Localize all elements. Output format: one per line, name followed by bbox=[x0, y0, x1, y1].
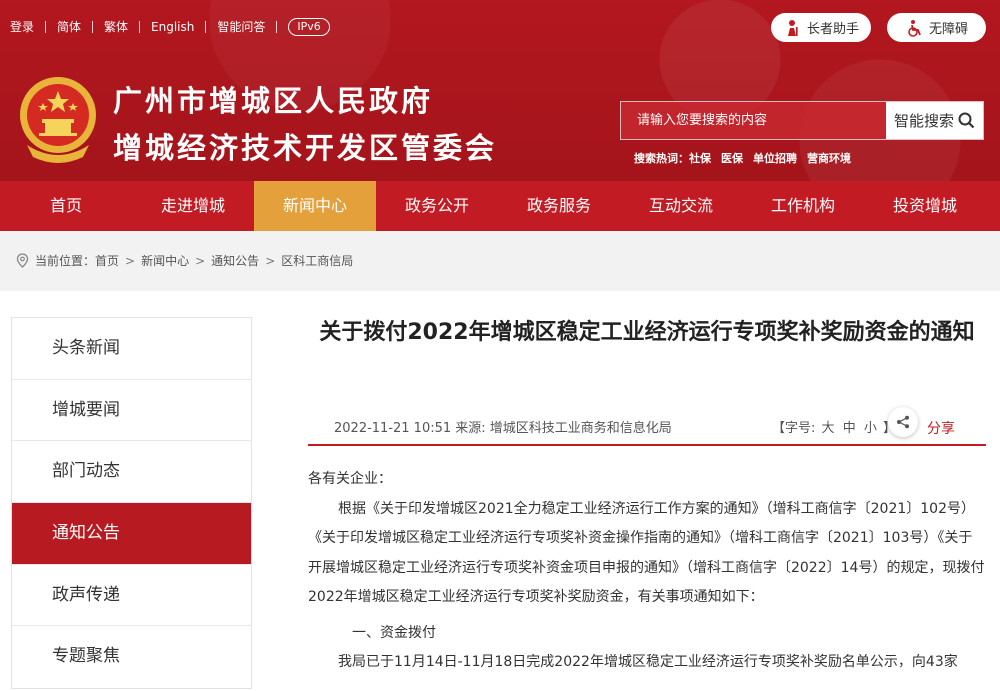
accessibility-button[interactable]: 无障碍 bbox=[887, 13, 986, 42]
breadcrumb-bar: 当前位置： 首页 > 新闻中心 > 通知公告 > 区科工商信局 bbox=[0, 231, 1000, 291]
breadcrumb-notices[interactable]: 通知公告 bbox=[211, 252, 259, 269]
breadcrumb-separator: > bbox=[265, 253, 276, 268]
search-box: 智能搜索 bbox=[620, 101, 984, 140]
smart-search-button[interactable]: 智能搜索 bbox=[886, 102, 983, 139]
divider bbox=[45, 21, 47, 33]
article-source: 来源: 增城区科技工业商务和信息化局 bbox=[455, 421, 672, 436]
national-emblem-icon bbox=[20, 77, 96, 163]
english-link[interactable]: English bbox=[151, 17, 194, 37]
sidebar-item-gov-voice[interactable]: 政声传递 bbox=[12, 565, 251, 627]
site-title-line2: 增城经济技术开发区管委会 bbox=[113, 131, 498, 165]
nav-institutions[interactable]: 工作机构 bbox=[742, 181, 864, 231]
elder-assistant-button[interactable]: 长者助手 bbox=[771, 13, 871, 42]
breadcrumb-home[interactable]: 首页 bbox=[95, 252, 119, 269]
breadcrumb-news-center[interactable]: 新闻中心 bbox=[141, 252, 189, 269]
breadcrumb: 当前位置： 首页 > 新闻中心 > 通知公告 > 区科工商信局 bbox=[16, 252, 353, 269]
hot-word-medical-insurance[interactable]: 医保 bbox=[721, 150, 743, 166]
breadcrumb-separator: > bbox=[195, 253, 206, 268]
font-size-small[interactable]: 小 bbox=[864, 421, 877, 436]
share-icon[interactable] bbox=[888, 407, 918, 437]
nav-gov-services[interactable]: 政务服务 bbox=[498, 181, 620, 231]
article-meta: 2022-11-21 10:51 来源: 增城区科技工业商务和信息化局 【字号:… bbox=[308, 407, 986, 446]
share-button[interactable]: 分享 bbox=[927, 418, 955, 438]
site-header: 登录 简体 繁体 English 智能问答 IPv6 长者助手 无障碍 广州市增… bbox=[0, 0, 1000, 181]
simplified-link[interactable]: 简体 bbox=[57, 17, 81, 37]
top-links-bar: 登录 简体 繁体 English 智能问答 IPv6 bbox=[10, 17, 330, 37]
article-body: 各有关企业： 根据《关于印发增城区2021全力稳定工业经济运行工作方案的通知》（… bbox=[308, 465, 986, 678]
breadcrumb-bureau[interactable]: 区科工商信局 bbox=[281, 252, 353, 269]
article-date: 2022-11-21 10:51 bbox=[334, 421, 452, 436]
hot-words-label: 搜索热词： bbox=[634, 152, 689, 165]
location-pin-icon bbox=[16, 253, 29, 268]
sidebar-item-notices[interactable]: 通知公告 bbox=[12, 503, 251, 565]
nav-news-center[interactable]: 新闻中心 bbox=[254, 181, 376, 231]
nav-home[interactable]: 首页 bbox=[0, 181, 132, 231]
traditional-link[interactable]: 繁体 bbox=[104, 17, 128, 37]
nav-interaction[interactable]: 互动交流 bbox=[620, 181, 742, 231]
wheelchair-icon bbox=[908, 19, 921, 37]
hot-word-social-security[interactable]: 社保 bbox=[689, 150, 711, 166]
elder-assistant-label: 长者助手 bbox=[806, 22, 859, 37]
site-title-line1: 广州市增城区人民政府 bbox=[113, 84, 434, 118]
smart-qa-link[interactable]: 智能问答 bbox=[217, 17, 265, 37]
divider bbox=[92, 21, 94, 33]
login-link[interactable]: 登录 bbox=[10, 17, 34, 37]
divider bbox=[276, 21, 278, 33]
sidebar-menu: 头条新闻 增城要闻 部门动态 通知公告 政声传递 专题聚焦 bbox=[11, 317, 252, 690]
font-size-selector: 【字号: 大 中 小 】 bbox=[772, 417, 896, 436]
hot-word-business-environment[interactable]: 营商环境 bbox=[807, 150, 851, 166]
sidebar-item-department-news[interactable]: 部门动态 bbox=[12, 441, 251, 504]
hot-word-recruitment[interactable]: 单位招聘 bbox=[753, 150, 797, 166]
sidebar-item-headlines[interactable]: 头条新闻 bbox=[12, 318, 251, 380]
main-nav: 首页 走进增城 新闻中心 政务公开 政务服务 互动交流 工作机构 投资增城 bbox=[0, 181, 1000, 231]
font-size-label: 【字号: bbox=[772, 421, 816, 436]
accessibility-label: 无障碍 bbox=[928, 22, 968, 37]
elder-icon bbox=[787, 19, 798, 36]
nav-about-zengcheng[interactable]: 走进增城 bbox=[132, 181, 254, 231]
nav-gov-affairs-disclosure[interactable]: 政务公开 bbox=[376, 181, 498, 231]
sidebar-item-topics[interactable]: 专题聚焦 bbox=[12, 626, 251, 688]
divider bbox=[139, 21, 141, 33]
article: 关于拨付2022年增城区稳定工业经济运行专项奖补奖励资金的通知 2022-11-… bbox=[308, 317, 986, 670]
article-paragraph: 我局已于11月14日-11月18日完成2022年增城区稳定工业经济运行专项奖补奖… bbox=[338, 654, 958, 670]
article-date-source: 2022-11-21 10:51 来源: 增城区科技工业商务和信息化局 bbox=[334, 417, 672, 436]
hot-words: 搜索热词： 社保 医保 单位招聘 营商环境 bbox=[634, 150, 861, 166]
breadcrumb-label: 当前位置： bbox=[35, 254, 96, 268]
font-size-medium[interactable]: 中 bbox=[843, 421, 856, 436]
nav-investment[interactable]: 投资增城 bbox=[864, 181, 986, 231]
article-greeting: 各有关企业： bbox=[308, 471, 392, 487]
smart-search-label: 智能搜索 bbox=[893, 112, 954, 130]
search-input[interactable] bbox=[621, 102, 886, 139]
sidebar-item-zengcheng-news[interactable]: 增城要闻 bbox=[12, 380, 251, 442]
breadcrumb-separator: > bbox=[125, 253, 136, 268]
article-title: 关于拨付2022年增城区稳定工业经济运行专项奖补奖励资金的通知 bbox=[319, 320, 975, 345]
divider bbox=[205, 21, 207, 33]
article-paragraph: 根据《关于印发增城区2021全力稳定工业经济运行工作方案的通知》（增科工商信字〔… bbox=[308, 500, 985, 606]
search-icon bbox=[958, 112, 975, 129]
share-icon-glyph bbox=[897, 415, 909, 429]
font-size-large[interactable]: 大 bbox=[822, 421, 835, 436]
ipv6-badge: IPv6 bbox=[288, 18, 330, 36]
article-section-heading: 一、资金拨付 bbox=[352, 624, 436, 641]
